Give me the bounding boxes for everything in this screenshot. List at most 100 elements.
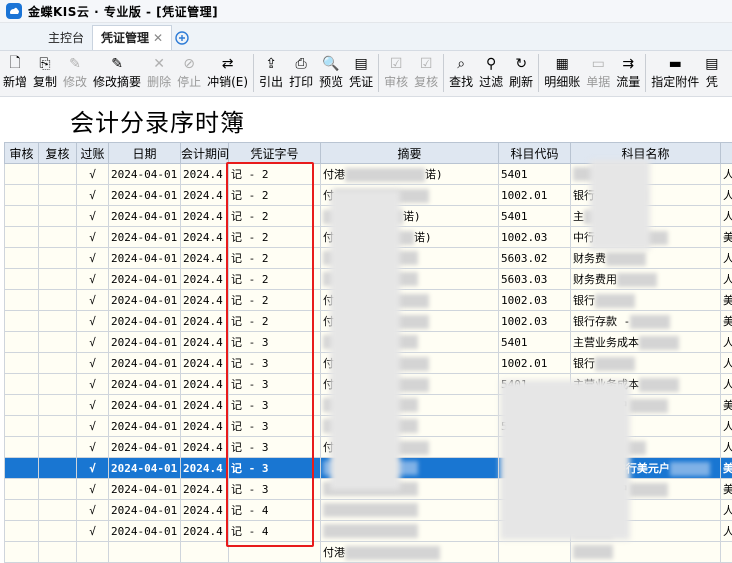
cell-date: 2024-04-01 xyxy=(109,437,181,458)
entry-table: 审核复核过账日期会计期间凭证字号摘要科目代码科目名称 √2024-04-0120… xyxy=(4,142,732,563)
table-row[interactable]: √2024-04-012024.4记 - 3付1002.01银行人 xyxy=(5,353,732,374)
cell-extra: 人 xyxy=(721,500,732,521)
table-row[interactable]: √2024-04-012024.4记 - 3中行美元户美 xyxy=(5,479,732,500)
column-header[interactable]: 科目名称 xyxy=(571,143,721,164)
cell-summary xyxy=(321,458,499,479)
table-row[interactable]: √2024-04-012024.4记 - 25603.03财务费用人 xyxy=(5,269,732,290)
table-row[interactable]: 付港 xyxy=(5,542,732,563)
cell-text: 记 - 2 xyxy=(231,189,269,202)
table-row[interactable]: √2024-04-012024.4记 - 3付5401主营业务成本人 xyxy=(5,374,732,395)
toolbar-button-8[interactable]: ⎙打印 xyxy=(286,51,316,95)
table-row[interactable]: √2024-04-012024.4记 - 4人 xyxy=(5,500,732,521)
toolbar-button-0[interactable]: 🗋新增 xyxy=(0,51,30,95)
column-header[interactable]: 过账 xyxy=(77,143,109,164)
cell-text: 2024-04-01 xyxy=(111,189,177,202)
toolbar-button-2[interactable]: ✎修改 xyxy=(60,51,90,95)
cell-text: √ xyxy=(89,483,96,496)
cell-audit xyxy=(5,290,39,311)
redacted-text xyxy=(334,378,429,392)
close-icon[interactable]: ✕ xyxy=(153,31,163,45)
table-row[interactable]: √2024-04-012024.4记 - 2付港诺)5401人 xyxy=(5,164,732,185)
toolbar-button-16[interactable]: ▦明细账 xyxy=(541,51,583,95)
toolbar-button-18[interactable]: ⇉流量 xyxy=(613,51,643,95)
add-tab-icon[interactable] xyxy=(172,26,192,50)
cell-text: 付港 xyxy=(323,168,345,181)
cell-text-tail: 诺) xyxy=(403,210,421,223)
table-row[interactable]: √2024-04-012024.4记 - 2付1002.01银行存人 xyxy=(5,185,732,206)
cell-period: 2024.4 xyxy=(181,416,229,437)
toolbar-button-4[interactable]: ✕删除 xyxy=(144,51,174,95)
toolbar-button-15[interactable]: ↻刷新 xyxy=(506,51,536,95)
toolbar-button-7[interactable]: ⇪引出 xyxy=(256,51,286,95)
column-header[interactable]: 复核 xyxy=(39,143,77,164)
cell-extra: 人 xyxy=(721,437,732,458)
table-row[interactable]: √2024-04-012024.4记 - 3付财务费人 xyxy=(5,437,732,458)
toolbar-button-label: 凭证 xyxy=(349,74,373,90)
redacted-text xyxy=(345,546,440,560)
recheck-icon: ☑ xyxy=(420,54,433,74)
column-header[interactable]: 摘要 xyxy=(321,143,499,164)
toolbar-button-1[interactable]: ⎘复制 xyxy=(30,51,60,95)
cell-voucher: 记 - 3 xyxy=(229,353,321,374)
toolbar-button-5[interactable]: ⊘停止 xyxy=(174,51,204,95)
redacted-text xyxy=(334,231,414,245)
column-header[interactable] xyxy=(721,143,732,164)
toolbar-button-6[interactable]: ⇄冲销(E) xyxy=(204,51,251,95)
column-header[interactable]: 日期 xyxy=(109,143,181,164)
cell-text: 人 xyxy=(723,420,732,433)
cell-posted: √ xyxy=(77,395,109,416)
toolbar-button-11[interactable]: ☑审核 xyxy=(381,51,411,95)
cell-text: √ xyxy=(89,357,96,370)
table-row[interactable]: √2024-04-012024.4记 - 4人 xyxy=(5,521,732,542)
column-header[interactable]: 审核 xyxy=(5,143,39,164)
table-row[interactable]: √2024-04-012024.4记 - 35603费人 xyxy=(5,416,732,437)
cell-summary: 诺) xyxy=(321,206,499,227)
document-icon: ▭ xyxy=(592,54,605,74)
cell-extra: 美 xyxy=(721,395,732,416)
table-row[interactable]: √2024-04-012024.4记 - 25603.02财务费人 xyxy=(5,248,732,269)
table-row[interactable]: √2024-04-012024.4记 - 2付1002.03银行美 xyxy=(5,290,732,311)
tab-voucher-management[interactable]: 凭证管理✕ xyxy=(92,25,172,50)
cell-text: 美 xyxy=(723,483,732,496)
column-header[interactable]: 科目代码 xyxy=(499,143,571,164)
cell-name: 银行 xyxy=(571,290,721,311)
toolbar-button-13[interactable]: ⌕查找 xyxy=(446,51,476,95)
cell-period: 2024.4 xyxy=(181,437,229,458)
cell-text: 2024.4 xyxy=(183,273,223,286)
cell-extra: 人 xyxy=(721,353,732,374)
cell-text: √ xyxy=(89,399,96,412)
column-header[interactable]: 凭证字号 xyxy=(229,143,321,164)
table-row[interactable]: √2024-04-012024.4记 - 3银行 - 中行美元户美 xyxy=(5,458,732,479)
toolbar-button-14[interactable]: ⚲过滤 xyxy=(476,51,506,95)
cell-voucher: 记 - 4 xyxy=(229,500,321,521)
cell-period: 2024.4 xyxy=(181,290,229,311)
toolbar-button-17[interactable]: ▭单据 xyxy=(583,51,613,95)
redacted-text xyxy=(334,294,429,308)
toolbar-button-19[interactable]: ▬指定附件 xyxy=(648,51,702,95)
table-row[interactable]: √2024-04-012024.4记 - 2付1002.03银行存款 -美 xyxy=(5,311,732,332)
toolbar-button-9[interactable]: 🔍预览 xyxy=(316,51,346,95)
table-row[interactable]: √2024-04-012024.4记 - 35401主营业务成本人 xyxy=(5,332,732,353)
table-row[interactable]: √2024-04-012024.4记 - 3中行美元户美 xyxy=(5,395,732,416)
tab-main-console[interactable]: 主控台 xyxy=(40,26,92,50)
toolbar-button-12[interactable]: ☑复核 xyxy=(411,51,441,95)
toolbar-button-label: 修改摘要 xyxy=(93,74,141,90)
column-header[interactable]: 会计期间 xyxy=(181,143,229,164)
export-icon: ⇪ xyxy=(265,54,277,74)
redacted-text xyxy=(323,503,418,517)
toolbar-button-3[interactable]: ✎修改摘要 xyxy=(90,51,144,95)
toolbar-button-label: 新增 xyxy=(3,74,27,90)
toolbar-button-20[interactable]: ▤凭 xyxy=(702,51,721,95)
table-row[interactable]: √2024-04-012024.4记 - 2诺)5401主人 xyxy=(5,206,732,227)
cell-name: 主营业务成本 xyxy=(571,332,721,353)
redacted-text xyxy=(670,462,710,476)
cell-text: 1002.03 xyxy=(501,315,547,328)
toolbar-button-10[interactable]: ▤凭证 xyxy=(346,51,376,95)
toolbar-button-label: 预览 xyxy=(319,74,343,90)
cell-name: 中行美元户 xyxy=(571,395,721,416)
cell-voucher: 记 - 3 xyxy=(229,332,321,353)
cell-posted: √ xyxy=(77,332,109,353)
cell-text: 银行 xyxy=(573,357,595,370)
table-row[interactable]: √2024-04-012024.4记 - 2付诺)1002.03中行美元户美 xyxy=(5,227,732,248)
cell-posted: √ xyxy=(77,164,109,185)
